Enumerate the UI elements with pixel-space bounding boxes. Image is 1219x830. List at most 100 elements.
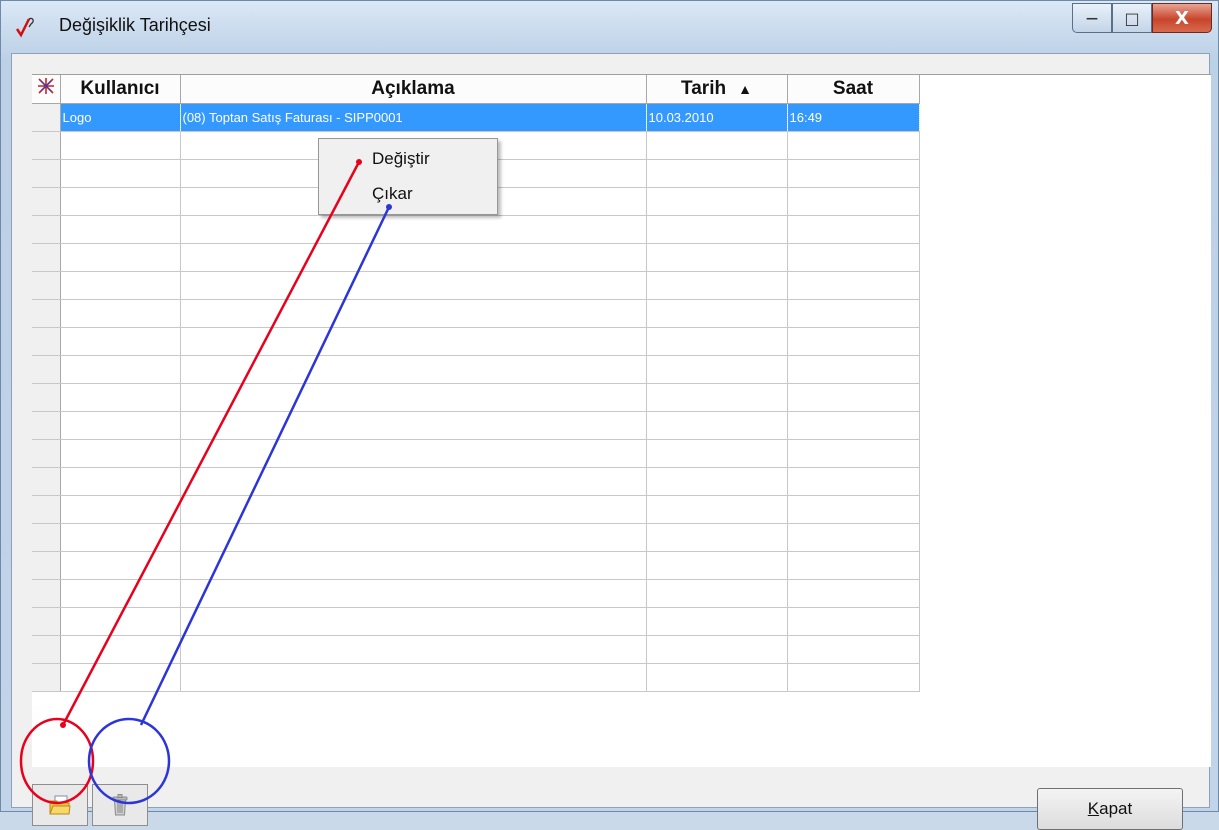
table-row[interactable] (32, 467, 920, 496)
table-cell[interactable] (60, 439, 181, 468)
table-cell[interactable] (180, 243, 647, 272)
table-cell[interactable] (787, 523, 920, 552)
table-cell[interactable] (60, 579, 181, 608)
column-header-time[interactable]: Saat (787, 75, 920, 104)
cell-description[interactable]: (08) Toptan Satış Faturası - SIPP0001 (180, 103, 647, 132)
table-cell[interactable] (60, 383, 181, 412)
table-cell[interactable] (60, 159, 181, 188)
table-row[interactable] (32, 243, 920, 272)
row-indicator[interactable] (32, 103, 61, 132)
row-indicator[interactable] (32, 663, 61, 692)
table-cell[interactable] (60, 635, 181, 664)
table-cell[interactable] (60, 663, 181, 692)
table-cell[interactable] (646, 411, 788, 440)
maximize-button[interactable]: □ (1112, 3, 1152, 33)
table-cell[interactable] (180, 271, 647, 300)
table-cell[interactable] (787, 579, 920, 608)
table-cell[interactable] (787, 383, 920, 412)
table-cell[interactable] (787, 299, 920, 328)
minimize-button[interactable]: — (1072, 3, 1112, 33)
table-cell[interactable] (646, 187, 788, 216)
delete-button[interactable] (92, 784, 148, 826)
table-cell[interactable] (180, 663, 647, 692)
row-indicator[interactable] (32, 383, 61, 412)
table-cell[interactable] (787, 243, 920, 272)
cell-time[interactable]: 16:49 (787, 103, 920, 132)
table-row[interactable] (32, 383, 920, 412)
table-row[interactable] (32, 411, 920, 440)
row-indicator[interactable] (32, 355, 61, 384)
cell-date[interactable]: 10.03.2010 (646, 103, 788, 132)
row-indicator[interactable] (32, 411, 61, 440)
table-cell[interactable] (787, 327, 920, 356)
table-cell[interactable] (787, 131, 920, 160)
table-cell[interactable] (787, 607, 920, 636)
row-indicator[interactable] (32, 131, 61, 160)
table-cell[interactable] (646, 467, 788, 496)
table-cell[interactable] (787, 551, 920, 580)
table-cell[interactable] (60, 215, 181, 244)
row-indicator[interactable] (32, 271, 61, 300)
row-indicator[interactable] (32, 215, 61, 244)
table-cell[interactable] (646, 215, 788, 244)
context-menu-item-edit[interactable]: Değiştir (372, 149, 430, 169)
history-grid[interactable]: Kullanıcı Açıklama Tarih ▲ Saat Logo (08)… (32, 74, 1211, 767)
table-cell[interactable] (787, 495, 920, 524)
table-cell[interactable] (60, 495, 181, 524)
table-cell[interactable] (180, 411, 647, 440)
row-indicator[interactable] (32, 299, 61, 328)
table-cell[interactable] (787, 635, 920, 664)
table-cell[interactable] (787, 411, 920, 440)
table-cell[interactable] (180, 635, 647, 664)
row-indicator[interactable] (32, 579, 61, 608)
table-row[interactable] (32, 327, 920, 356)
table-cell[interactable] (787, 215, 920, 244)
table-cell[interactable] (60, 327, 181, 356)
table-cell[interactable] (60, 551, 181, 580)
table-cell[interactable] (180, 327, 647, 356)
title-bar[interactable]: Değişiklik Tarihçesi — □ X (1, 1, 1219, 53)
table-row[interactable] (32, 271, 920, 300)
table-row[interactable] (32, 607, 920, 636)
table-row[interactable] (32, 579, 920, 608)
table-row[interactable] (32, 663, 920, 692)
table-row[interactable] (32, 495, 920, 524)
table-cell[interactable] (180, 579, 647, 608)
table-cell[interactable] (180, 467, 647, 496)
table-cell[interactable] (787, 271, 920, 300)
row-indicator[interactable] (32, 243, 61, 272)
table-cell[interactable] (60, 271, 181, 300)
row-indicator[interactable] (32, 327, 61, 356)
table-cell[interactable] (180, 299, 647, 328)
close-window-button[interactable]: X (1152, 3, 1212, 33)
table-cell[interactable] (180, 607, 647, 636)
table-cell[interactable] (646, 579, 788, 608)
table-cell[interactable] (60, 607, 181, 636)
table-cell[interactable] (646, 299, 788, 328)
table-cell[interactable] (646, 243, 788, 272)
table-row[interactable] (32, 355, 920, 384)
table-cell[interactable] (60, 467, 181, 496)
row-indicator[interactable] (32, 439, 61, 468)
table-cell[interactable] (646, 495, 788, 524)
table-cell[interactable] (60, 243, 181, 272)
table-row[interactable] (32, 215, 920, 244)
table-cell[interactable] (646, 551, 788, 580)
table-cell[interactable] (60, 355, 181, 384)
table-cell[interactable] (180, 523, 647, 552)
table-cell[interactable] (646, 663, 788, 692)
table-cell[interactable] (787, 467, 920, 496)
cell-user[interactable]: Logo (60, 103, 181, 132)
table-cell[interactable] (646, 383, 788, 412)
row-indicator[interactable] (32, 551, 61, 580)
table-cell[interactable] (180, 495, 647, 524)
row-indicator[interactable] (32, 523, 61, 552)
table-cell[interactable] (787, 355, 920, 384)
table-cell[interactable] (180, 551, 647, 580)
table-cell[interactable] (787, 663, 920, 692)
table-cell[interactable] (60, 131, 181, 160)
row-indicator[interactable] (32, 159, 61, 188)
table-row-selected[interactable]: Logo (08) Toptan Satış Faturası - SIPP00… (32, 103, 920, 132)
column-header-date[interactable]: Tarih ▲ (646, 75, 788, 104)
column-header-description[interactable]: Açıklama (180, 75, 647, 104)
